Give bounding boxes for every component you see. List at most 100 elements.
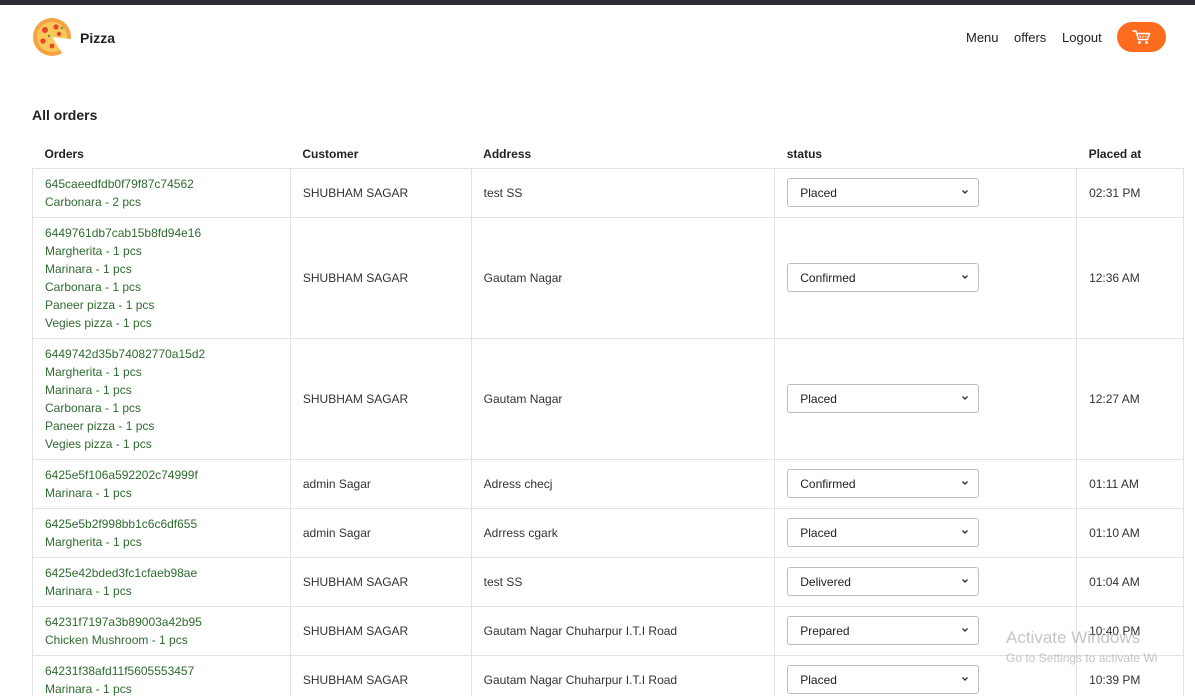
status-select[interactable]: Placed xyxy=(787,665,980,694)
table-row: 645caeedfdb0f79f87c74562 Carbonara - 2 p… xyxy=(32,167,1184,218)
header-placed-at: Placed at xyxy=(1076,140,1184,169)
customer-cell: SHUBHAM SAGAR xyxy=(289,167,472,218)
address-cell: Gautam Nagar xyxy=(470,337,776,460)
nav-offers-link[interactable]: offers xyxy=(1014,30,1046,45)
address-cell: Gautam Nagar Chuharpur I.T.I Road xyxy=(470,654,776,696)
chevron-down-icon xyxy=(962,275,969,279)
order-id: 645caeedfdb0f79f87c74562 xyxy=(45,176,194,191)
order-cell: 6449742d35b74082770a15d2 Margherita - 1 … xyxy=(32,337,291,460)
chevron-down-icon xyxy=(962,628,969,632)
status-cell: Prepared xyxy=(774,605,1078,656)
chevron-down-icon xyxy=(962,530,969,534)
brand-name[interactable]: Pizza xyxy=(80,30,115,46)
status-select[interactable]: Confirmed xyxy=(787,469,980,498)
order-id: 64231f38afd11f5605553457 xyxy=(45,663,195,678)
status-cell: Placed xyxy=(774,507,1078,558)
nav-logout-link[interactable]: Logout xyxy=(1062,30,1102,45)
header-customer: Customer xyxy=(290,140,472,169)
order-item: Margherita - 1 pcs xyxy=(45,243,142,258)
order-cell: 6425e5f106a592202c74999f Marinara - 1 pc… xyxy=(32,458,291,509)
order-item: Paneer pizza - 1 pcs xyxy=(45,418,155,433)
chevron-down-icon xyxy=(962,677,969,681)
status-select[interactable]: Delivered xyxy=(787,567,980,596)
page-title: All orders xyxy=(32,107,98,123)
customer-cell: admin Sagar xyxy=(289,458,472,509)
placed-at-cell: 02:31 PM xyxy=(1076,167,1184,218)
order-item: Margherita - 1 pcs xyxy=(45,364,142,379)
status-select[interactable]: Prepared xyxy=(787,616,980,645)
order-id: 6449761db7cab15b8fd94e16 xyxy=(45,225,202,240)
status-cell: Delivered xyxy=(774,556,1078,607)
order-item: Marinara - 1 pcs xyxy=(45,485,132,500)
table-row: 6425e42bded3fc1cfaeb98ae Marinara - 1 pc… xyxy=(32,556,1184,607)
address-cell: Adrress cgark xyxy=(470,507,776,558)
status-select[interactable]: Placed xyxy=(787,518,980,547)
placed-at-cell: 01:11 AM xyxy=(1076,458,1184,509)
customer-cell: SHUBHAM SAGAR xyxy=(289,605,472,656)
cart-icon xyxy=(1131,30,1150,44)
status-select[interactable]: Placed xyxy=(787,384,980,413)
status-value: Confirmed xyxy=(800,270,856,285)
placed-at-cell: 01:10 AM xyxy=(1076,507,1184,558)
status-value: Delivered xyxy=(800,574,851,589)
status-value: Confirmed xyxy=(800,476,856,491)
status-value: Prepared xyxy=(800,623,850,638)
customer-cell: SHUBHAM SAGAR xyxy=(289,337,472,460)
chevron-down-icon xyxy=(962,579,969,583)
cart-button[interactable] xyxy=(1117,22,1166,52)
nav-menu-link[interactable]: Menu xyxy=(966,30,999,45)
header-orders: Orders xyxy=(32,140,291,169)
chevron-down-icon xyxy=(962,481,969,485)
order-id: 6449742d35b74082770a15d2 xyxy=(45,346,206,361)
order-item: Marinara - 1 pcs xyxy=(45,583,132,598)
table-header-row: Orders Customer Address status Placed at xyxy=(32,140,1184,169)
placed-at-cell: 10:39 PM xyxy=(1076,654,1184,696)
status-value: Placed xyxy=(800,391,837,406)
order-item: Vegies pizza - 1 pcs xyxy=(45,315,152,330)
status-select[interactable]: Confirmed xyxy=(787,263,980,292)
customer-cell: SHUBHAM SAGAR xyxy=(289,556,472,607)
order-item: Paneer pizza - 1 pcs xyxy=(45,297,155,312)
order-id: 64231f7197a3b89003a42b95 xyxy=(45,614,202,629)
placed-at-cell: 10:40 PM xyxy=(1076,605,1184,656)
pizza-logo-icon[interactable] xyxy=(32,17,72,57)
order-cell: 64231f38afd11f5605553457 Marinara - 1 pc… xyxy=(32,654,291,696)
order-item: Carbonara - 1 pcs xyxy=(45,279,142,294)
navbar: Pizza Menu offers Logout xyxy=(0,5,1195,73)
address-cell: test SS xyxy=(470,167,776,218)
address-cell: test SS xyxy=(470,556,776,607)
header-status: status xyxy=(774,140,1077,169)
address-cell: Adress checj xyxy=(470,458,776,509)
address-cell: Gautam Nagar Chuharpur I.T.I Road xyxy=(470,605,776,656)
customer-cell: SHUBHAM SAGAR xyxy=(289,216,472,339)
table-row: 64231f38afd11f5605553457 Marinara - 1 pc… xyxy=(32,654,1184,696)
table-row: 64231f7197a3b89003a42b95 Chicken Mushroo… xyxy=(32,605,1184,656)
orders-table: Orders Customer Address status Placed at… xyxy=(32,140,1184,696)
customer-cell: admin Sagar xyxy=(289,507,472,558)
table-row: 6425e5f106a592202c74999f Marinara - 1 pc… xyxy=(32,458,1184,509)
status-value: Placed xyxy=(800,185,837,200)
status-select[interactable]: Placed xyxy=(787,178,980,207)
table-row: 6425e5b2f998bb1c6c6df655 Margherita - 1 … xyxy=(32,507,1184,558)
order-cell: 6449761db7cab15b8fd94e16 Margherita - 1 … xyxy=(32,216,291,339)
order-cell: 6425e5b2f998bb1c6c6df655 Margherita - 1 … xyxy=(32,507,291,558)
order-item: Chicken Mushroom - 1 pcs xyxy=(45,632,188,647)
order-item: Vegies pizza - 1 pcs xyxy=(45,436,152,451)
status-cell: Placed xyxy=(774,337,1078,460)
order-cell: 6425e42bded3fc1cfaeb98ae Marinara - 1 pc… xyxy=(32,556,291,607)
order-item: Margherita - 1 pcs xyxy=(45,534,142,549)
status-value: Placed xyxy=(800,525,837,540)
table-row: 6449742d35b74082770a15d2 Margherita - 1 … xyxy=(32,337,1184,460)
status-cell: Confirmed xyxy=(774,458,1078,509)
order-id: 6425e42bded3fc1cfaeb98ae xyxy=(45,565,198,580)
order-cell: 645caeedfdb0f79f87c74562 Carbonara - 2 p… xyxy=(32,167,291,218)
order-item: Carbonara - 2 pcs xyxy=(45,194,142,209)
chevron-down-icon xyxy=(962,396,969,400)
status-cell: Placed xyxy=(774,167,1078,218)
status-cell: Confirmed xyxy=(774,216,1078,339)
order-id: 6425e5b2f998bb1c6c6df655 xyxy=(45,516,198,531)
order-id: 6425e5f106a592202c74999f xyxy=(45,467,198,482)
customer-cell: SHUBHAM SAGAR xyxy=(289,654,472,696)
placed-at-cell: 12:36 AM xyxy=(1076,216,1184,339)
header-address: Address xyxy=(471,140,775,169)
